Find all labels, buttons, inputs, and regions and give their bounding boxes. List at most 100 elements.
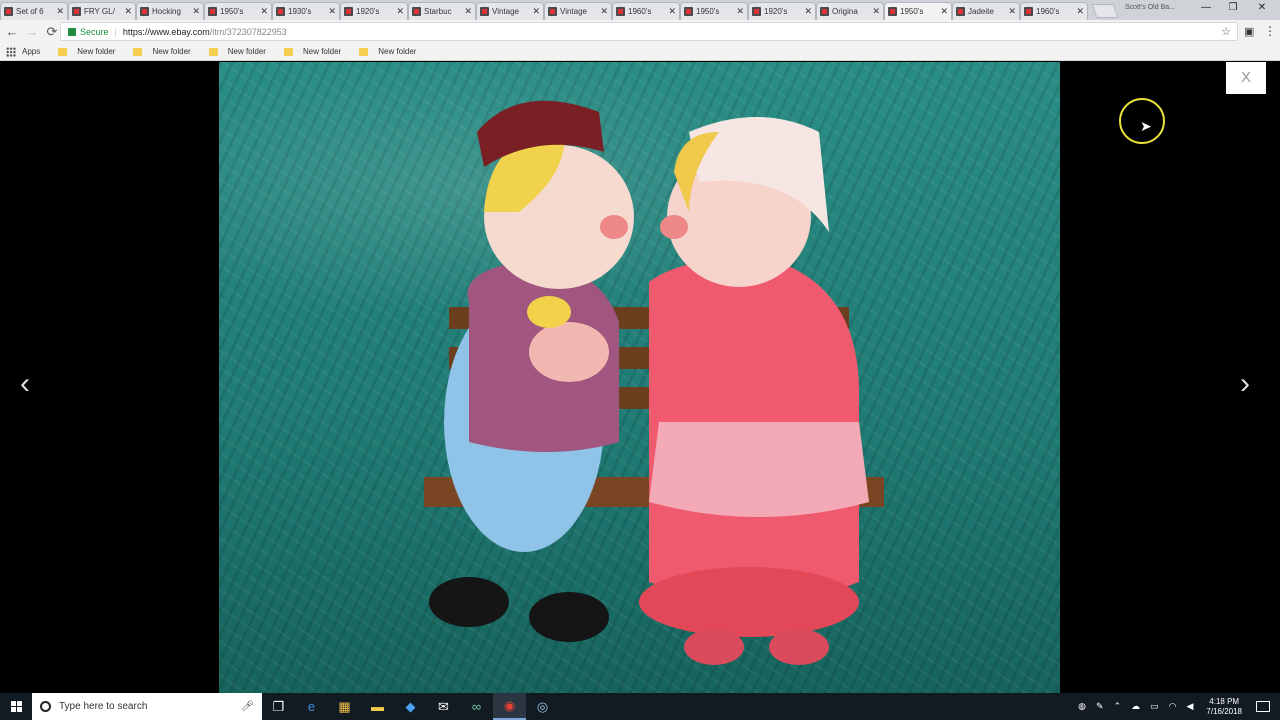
recorder-app-icon[interactable]: ◎	[526, 693, 559, 720]
restore-button[interactable]: ❐	[1223, 2, 1243, 13]
notification-center-icon[interactable]	[1256, 701, 1270, 712]
tab-title: Hocking	[152, 7, 181, 16]
back-arrow-icon[interactable]: ←	[2, 24, 22, 39]
bookmark-apps[interactable]: Apps	[22, 47, 40, 56]
wifi-icon[interactable]: ◠	[1169, 701, 1177, 712]
browser-tab[interactable]: 1950's ✕	[680, 2, 748, 20]
cloud-icon[interactable]: ☁	[1131, 701, 1140, 712]
bookmark-folder[interactable]: New folder	[228, 47, 266, 56]
start-button[interactable]	[0, 693, 32, 720]
ebay-favicon-icon	[412, 7, 421, 16]
tab-close-icon[interactable]: ✕	[1008, 6, 1016, 17]
task-view-icon[interactable]: ❐	[262, 693, 295, 720]
ebay-favicon-icon	[4, 7, 13, 16]
ebay-favicon-icon	[208, 7, 217, 16]
browser-tab[interactable]: Vintage ✕	[476, 2, 544, 20]
browser-tab[interactable]: 1960's ✕	[1020, 2, 1088, 20]
browser-tab[interactable]: 1950's ✕	[204, 2, 272, 20]
bookmark-folder[interactable]: New folder	[152, 47, 190, 56]
boy-figurine	[429, 100, 634, 642]
chrome-taskbar-icon[interactable]: ◉	[493, 693, 526, 720]
browser-tab-active[interactable]: 1950's ✕	[884, 2, 952, 20]
pen-icon[interactable]: ✎	[1096, 701, 1104, 712]
ebay-favicon-icon	[276, 7, 285, 16]
window-close-button[interactable]: ✕	[1252, 2, 1272, 13]
ebay-favicon-icon	[72, 7, 81, 16]
bookmark-folder[interactable]: New folder	[303, 47, 341, 56]
folder-icon	[208, 47, 218, 56]
browser-tab[interactable]: Origina ✕	[816, 2, 884, 20]
browser-tab[interactable]: FRY GL/ ✕	[68, 2, 136, 20]
tab-close-icon[interactable]: ✕	[192, 6, 200, 17]
ebay-favicon-icon	[684, 7, 693, 16]
reload-icon[interactable]: ⟳	[42, 24, 62, 40]
tab-close-icon[interactable]: ✕	[804, 6, 812, 17]
close-lightbox-button[interactable]: X	[1226, 62, 1266, 94]
tab-close-icon[interactable]: ✕	[736, 6, 744, 17]
browser-tab[interactable]: 1920's ✕	[340, 2, 408, 20]
bookmark-star-icon[interactable]: ☆	[1221, 25, 1231, 38]
tab-close-icon[interactable]: ✕	[940, 6, 948, 17]
tab-close-icon[interactable]: ✕	[124, 6, 132, 17]
tab-close-icon[interactable]: ✕	[872, 6, 880, 17]
browser-tab[interactable]: 1960's ✕	[612, 2, 680, 20]
microphone-icon[interactable]: 🎤︎	[241, 701, 254, 712]
tab-title: 1960's	[628, 7, 652, 16]
mail-icon[interactable]: ✉	[427, 693, 460, 720]
browser-tab[interactable]: Hocking ✕	[136, 2, 204, 20]
tab-title: Origina	[832, 7, 858, 16]
tab-close-icon[interactable]: ✕	[532, 6, 540, 17]
clock-date: 7/16/2018	[1206, 706, 1242, 716]
browser-tab[interactable]: 1920's ✕	[748, 2, 816, 20]
next-image-arrow-icon[interactable]: ›	[1240, 367, 1250, 401]
minimize-button[interactable]: —	[1196, 2, 1216, 13]
folder-icon	[359, 47, 369, 56]
address-bar[interactable]: Secure | https://www.ebay.com/itm/372307…	[60, 22, 1238, 41]
forward-arrow-icon[interactable]: →	[22, 24, 42, 39]
network-icon[interactable]: ▭	[1150, 701, 1159, 712]
browser-menu-icon[interactable]: ⋮	[1264, 24, 1276, 38]
url-host: https://www.ebay.com	[122, 26, 210, 37]
ebay-favicon-icon	[480, 7, 489, 16]
taskbar-search-box[interactable]: Type here to search 🎤︎	[32, 693, 262, 720]
tab-title: 1930's	[288, 7, 312, 16]
tab-close-icon[interactable]: ✕	[668, 6, 676, 17]
browser-tab[interactable]: Set of 6 ✕	[0, 2, 68, 20]
tab-close-icon[interactable]: ✕	[600, 6, 608, 17]
profile-name[interactable]: Scott's Old Ba...	[1125, 4, 1175, 11]
bookmark-folder[interactable]: New folder	[378, 47, 416, 56]
browser-tab[interactable]: Starbuc ✕	[408, 2, 476, 20]
kissing-couple-figurines	[424, 100, 884, 665]
extension-folder-icon[interactable]: ▣	[1244, 25, 1254, 38]
separator: |	[114, 26, 117, 37]
previous-image-arrow-icon[interactable]: ‹	[20, 367, 30, 401]
tab-close-icon[interactable]: ✕	[396, 6, 404, 17]
tab-title: FRY GL/	[84, 7, 115, 16]
ebay-favicon-icon	[888, 7, 897, 16]
browser-tab[interactable]: 1930's ✕	[272, 2, 340, 20]
new-tab-button[interactable]	[1091, 4, 1119, 18]
tab-title: Set of 6	[16, 7, 44, 16]
tab-close-icon[interactable]: ✕	[1076, 6, 1084, 17]
bookmark-folder[interactable]: New folder	[77, 47, 115, 56]
edge-browser-icon[interactable]: e	[295, 693, 328, 720]
chevron-up-icon[interactable]: ⌃	[1114, 701, 1122, 712]
ebay-favicon-icon	[140, 7, 149, 16]
file-explorer-icon[interactable]: ▬	[361, 693, 394, 720]
store-icon[interactable]: ▦	[328, 693, 361, 720]
tab-close-icon[interactable]: ✕	[56, 6, 64, 17]
globe-icon[interactable]: ◍	[1078, 701, 1086, 712]
apps-grid-icon[interactable]	[6, 46, 16, 57]
tab-close-icon[interactable]: ✕	[260, 6, 268, 17]
volume-icon[interactable]: ◀	[1186, 701, 1193, 712]
browser-tab[interactable]: Jadeite ✕	[952, 2, 1020, 20]
browser-tab[interactable]: Vintage ✕	[544, 2, 612, 20]
infinity-app-icon[interactable]: ∞	[460, 693, 493, 720]
cortana-icon	[40, 701, 51, 712]
dropbox-icon[interactable]: ◆	[394, 693, 427, 720]
windows-logo-icon	[10, 701, 22, 712]
clock[interactable]: 4:18 PM 7/16/2018	[1206, 697, 1242, 717]
tab-close-icon[interactable]: ✕	[464, 6, 472, 17]
ebay-favicon-icon	[820, 7, 829, 16]
tab-close-icon[interactable]: ✕	[328, 6, 336, 17]
